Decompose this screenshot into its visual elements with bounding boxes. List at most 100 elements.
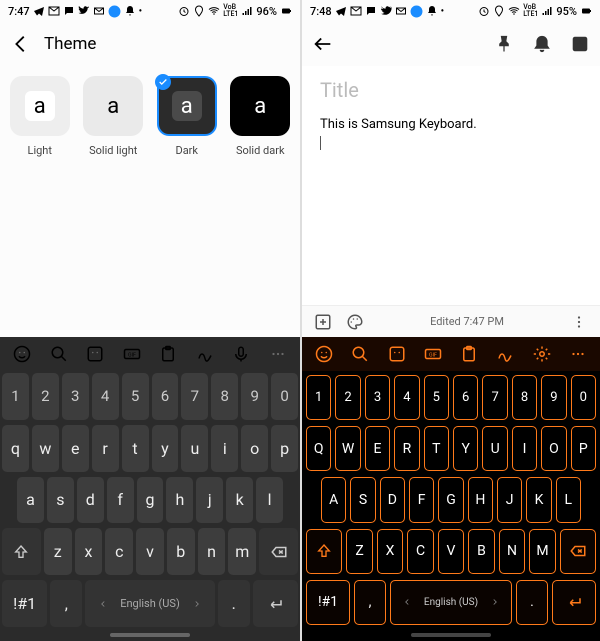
- palette-icon[interactable]: [346, 313, 364, 331]
- key-d[interactable]: d: [77, 477, 104, 524]
- key-l[interactable]: L: [556, 477, 581, 522]
- key-1[interactable]: 1: [2, 373, 29, 420]
- key-s[interactable]: S: [350, 477, 375, 522]
- key-3[interactable]: 3: [62, 373, 89, 420]
- handwriting-icon[interactable]: [196, 345, 214, 363]
- key-enter[interactable]: [552, 580, 596, 625]
- key-h[interactable]: H: [468, 477, 493, 522]
- emoji-icon[interactable]: [13, 345, 31, 363]
- key-t[interactable]: T: [424, 426, 449, 471]
- key-0[interactable]: 0: [571, 375, 596, 420]
- more-icon[interactable]: [569, 345, 587, 363]
- key-n[interactable]: n: [198, 528, 226, 575]
- key-q[interactable]: q: [2, 425, 29, 472]
- key-5[interactable]: 5: [424, 375, 449, 420]
- key-t[interactable]: t: [122, 425, 149, 472]
- key-d[interactable]: D: [380, 477, 405, 522]
- search-icon[interactable]: [50, 345, 68, 363]
- note-title-placeholder[interactable]: Title: [320, 78, 582, 102]
- key-w[interactable]: w: [32, 425, 59, 472]
- key-3[interactable]: 3: [365, 375, 390, 420]
- more-icon[interactable]: [570, 313, 588, 331]
- key-b[interactable]: B: [468, 529, 494, 574]
- theme-option-light[interactable]: aLight: [7, 76, 73, 157]
- key-j[interactable]: J: [497, 477, 522, 522]
- key-g[interactable]: G: [438, 477, 463, 522]
- key-f[interactable]: F: [409, 477, 434, 522]
- key-9[interactable]: 9: [541, 375, 566, 420]
- key-q[interactable]: Q: [306, 426, 331, 471]
- key-n[interactable]: N: [499, 529, 525, 574]
- key-space[interactable]: English (US): [390, 580, 512, 625]
- more-icon[interactable]: [269, 345, 287, 363]
- key-a[interactable]: a: [17, 477, 44, 524]
- key-8[interactable]: 8: [211, 373, 238, 420]
- key-6[interactable]: 6: [453, 375, 478, 420]
- key-shift[interactable]: [306, 529, 342, 574]
- key-c[interactable]: c: [105, 528, 133, 575]
- key-e[interactable]: e: [62, 425, 89, 472]
- key-x[interactable]: x: [75, 528, 103, 575]
- key-w[interactable]: W: [335, 426, 360, 471]
- key-1[interactable]: 1: [306, 375, 331, 420]
- add-icon[interactable]: [314, 313, 332, 331]
- key-r[interactable]: r: [92, 425, 119, 472]
- key-z[interactable]: Z: [346, 529, 372, 574]
- theme-option-solid-dark[interactable]: aSolid dark: [227, 76, 293, 157]
- theme-option-dark[interactable]: aDark: [154, 76, 220, 157]
- key-r[interactable]: R: [394, 426, 419, 471]
- key-v[interactable]: v: [136, 528, 164, 575]
- key-shift[interactable]: [2, 528, 41, 575]
- key-4[interactable]: 4: [92, 373, 119, 420]
- gesture-bar[interactable]: [302, 629, 600, 641]
- key-enter[interactable]: [253, 580, 298, 627]
- sticker-icon[interactable]: [86, 345, 104, 363]
- save-icon[interactable]: [570, 34, 590, 54]
- clipboard-icon[interactable]: [460, 345, 478, 363]
- key-8[interactable]: 8: [512, 375, 537, 420]
- key-period[interactable]: .: [218, 580, 250, 627]
- key-y[interactable]: Y: [453, 426, 478, 471]
- key-symbols[interactable]: !#1: [306, 580, 350, 625]
- key-5[interactable]: 5: [122, 373, 149, 420]
- key-i[interactable]: I: [512, 426, 537, 471]
- key-i[interactable]: i: [211, 425, 238, 472]
- key-o[interactable]: O: [541, 426, 566, 471]
- key-x[interactable]: X: [377, 529, 403, 574]
- key-f[interactable]: f: [107, 477, 134, 524]
- key-period[interactable]: .: [516, 580, 548, 625]
- key-a[interactable]: A: [321, 477, 346, 522]
- key-comma[interactable]: ,: [50, 580, 82, 627]
- key-symbols[interactable]: !#1: [2, 580, 47, 627]
- pin-icon[interactable]: [494, 34, 514, 54]
- key-b[interactable]: b: [167, 528, 195, 575]
- key-y[interactable]: y: [152, 425, 179, 472]
- mic-icon[interactable]: [232, 345, 250, 363]
- key-p[interactable]: p: [271, 425, 298, 472]
- back-button[interactable]: [10, 33, 32, 55]
- key-backspace[interactable]: [259, 528, 298, 575]
- key-s[interactable]: s: [47, 477, 74, 524]
- key-k[interactable]: k: [226, 477, 253, 524]
- gesture-bar[interactable]: [0, 629, 300, 641]
- note-text[interactable]: This is Samsung Keyboard.: [320, 116, 582, 152]
- key-comma[interactable]: ,: [354, 580, 386, 625]
- search-icon[interactable]: [351, 345, 369, 363]
- key-p[interactable]: P: [571, 426, 596, 471]
- note-body[interactable]: Title This is Samsung Keyboard.: [302, 66, 600, 305]
- sticker-icon[interactable]: [388, 345, 406, 363]
- theme-option-solid-light[interactable]: aSolid light: [80, 76, 146, 157]
- key-e[interactable]: E: [365, 426, 390, 471]
- reminder-icon[interactable]: [532, 34, 552, 54]
- gif-icon[interactable]: GIF: [424, 345, 442, 363]
- handwriting-icon[interactable]: [496, 345, 514, 363]
- key-6[interactable]: 6: [152, 373, 179, 420]
- key-9[interactable]: 9: [241, 373, 268, 420]
- key-7[interactable]: 7: [181, 373, 208, 420]
- back-button[interactable]: [312, 33, 334, 55]
- key-space[interactable]: English (US): [85, 580, 214, 627]
- key-2[interactable]: 2: [32, 373, 59, 420]
- gif-icon[interactable]: GIF: [123, 345, 141, 363]
- key-h[interactable]: h: [166, 477, 193, 524]
- key-7[interactable]: 7: [482, 375, 507, 420]
